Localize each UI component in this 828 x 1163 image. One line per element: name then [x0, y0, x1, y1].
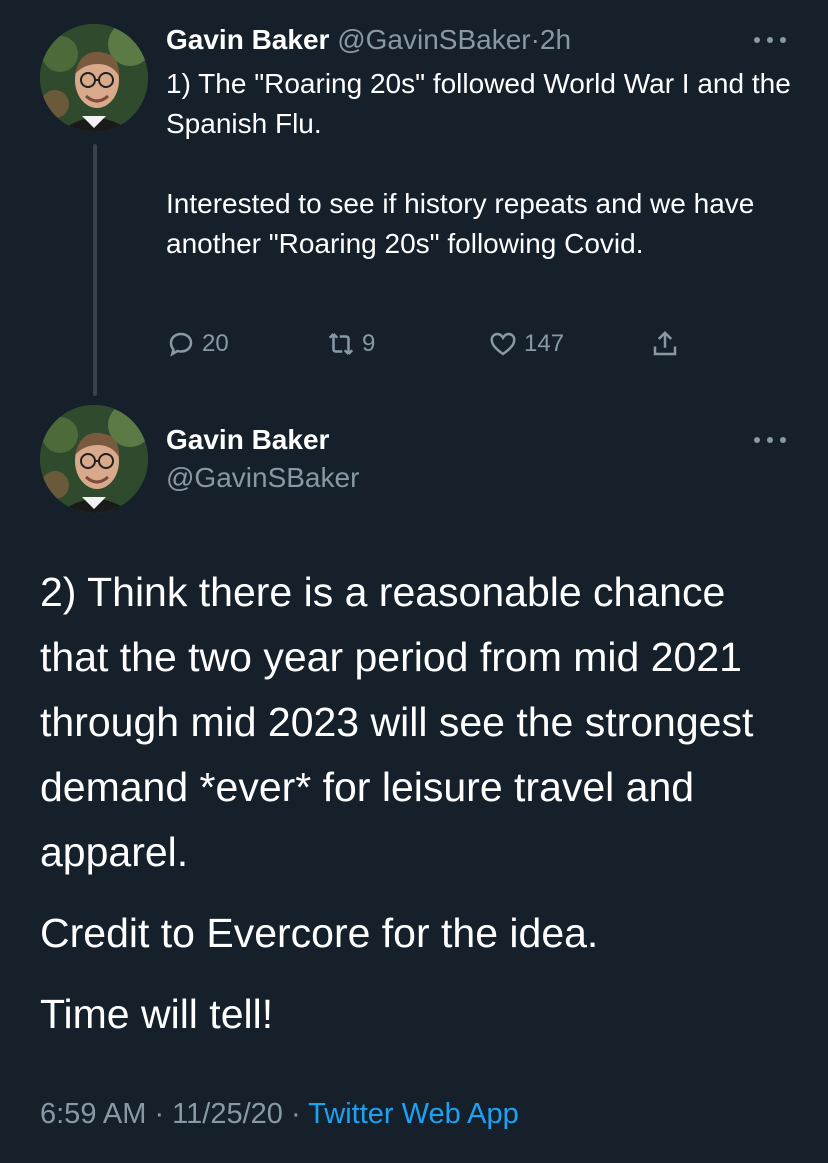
retweet-button[interactable]: 9 — [326, 326, 375, 362]
tweet2-text: 2) Think there is a reasonable chance th… — [40, 560, 800, 1047]
more-dot — [780, 437, 786, 443]
tweet1-text-line2: Interested to see if history repeats and… — [166, 188, 755, 259]
like-count: 147 — [524, 330, 565, 357]
share-button[interactable] — [650, 326, 680, 362]
reply-icon — [169, 332, 193, 357]
tweet1-handle[interactable]: @GavinSBaker — [337, 24, 530, 55]
more-horizontal-icon — [754, 437, 760, 443]
tweet1-more-button[interactable] — [750, 28, 790, 52]
more-horizontal-icon — [754, 37, 760, 43]
tweet1-actions: 20 9 147 — [166, 326, 696, 362]
tweet1-time[interactable]: 2h — [540, 24, 571, 55]
tweet2-timestamp[interactable]: 6:59 AM · 11/25/20 · — [40, 1098, 308, 1130]
tweet2-footer: 6:59 AM · 11/25/20 · Twitter Web App — [40, 1094, 519, 1134]
tweet1-avatar[interactable] — [40, 24, 148, 132]
reply-button[interactable]: 20 — [166, 326, 229, 362]
tweet2-more-button[interactable] — [750, 428, 790, 452]
thread-connector-line — [93, 144, 97, 396]
tweet2-avatar[interactable] — [40, 405, 148, 513]
avatar-photo — [40, 24, 148, 132]
tweet1-author-name[interactable]: Gavin Baker — [166, 24, 329, 55]
share-icon — [653, 330, 677, 356]
tweet1-text-line1: 1) The "Roaring 20s" followed World War … — [166, 68, 791, 139]
reply-count: 20 — [202, 330, 229, 357]
tweet2-paragraph2: Credit to Evercore for the idea. — [40, 910, 599, 956]
more-dot — [767, 437, 773, 443]
tweet2-paragraph3: Time will tell! — [40, 991, 274, 1037]
avatar-photo — [40, 405, 148, 513]
heart-icon — [490, 332, 516, 356]
more-dot — [767, 37, 773, 43]
retweet-count: 9 — [362, 330, 376, 357]
tweet2-author-name[interactable]: Gavin Baker — [166, 422, 329, 458]
tweet1-separator: · — [530, 24, 540, 55]
tweet1-header: Gavin Baker @GavinSBaker·2h — [166, 22, 571, 58]
retweet-icon — [328, 333, 354, 355]
tweet1-text: 1) The "Roaring 20s" followed World War … — [166, 64, 796, 264]
tweet2-paragraph1: 2) Think there is a reasonable chance th… — [40, 569, 754, 875]
tweet2-handle[interactable]: @GavinSBaker — [166, 460, 359, 496]
like-button[interactable]: 147 — [488, 326, 564, 362]
tweet2-source-link[interactable]: Twitter Web App — [308, 1098, 519, 1130]
more-dot — [780, 37, 786, 43]
